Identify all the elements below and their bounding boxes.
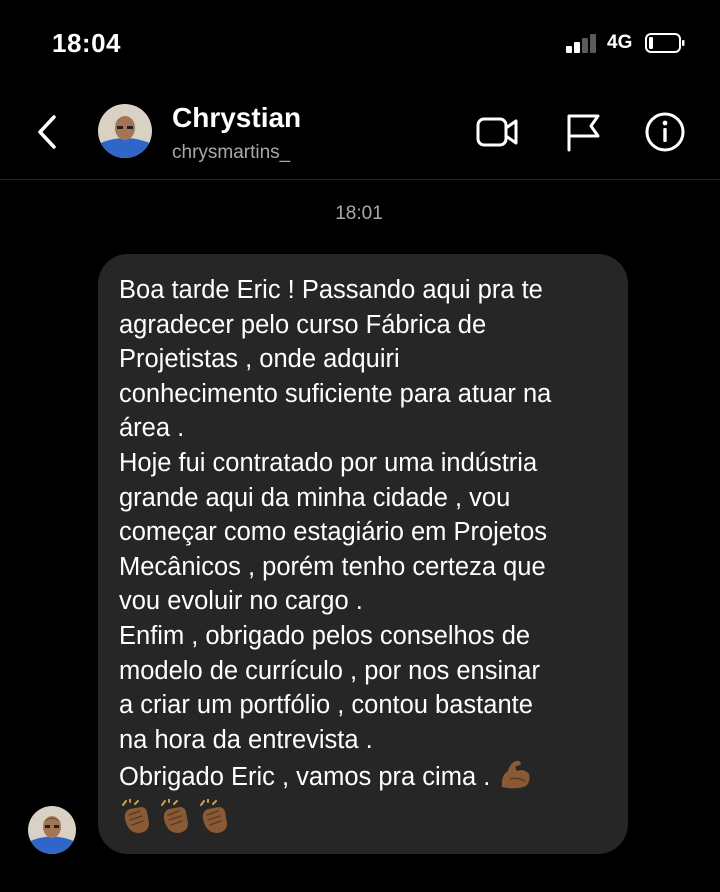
network-type: 4G [607,32,633,53]
message-line: modelo de currículo , por nos ensinar [119,656,540,685]
message-line: Projetistas , onde adquiri [119,345,400,374]
message-line: Boa tarde Eric ! Passando aqui pra te [119,276,543,304]
message-line: na hora da entrevista . [119,725,373,754]
message-line: área . [119,414,185,443]
contact-username[interactable]: chrysmartins_ [172,142,290,164]
video-call-icon[interactable] [475,110,519,154]
sender-avatar[interactable] [28,806,76,854]
message-line: começar como estagiário em Projetos [119,518,548,547]
message-bubble[interactable]: Boa tarde Eric ! Passando aqui pra te ag… [98,254,628,854]
status-time: 18:04 [52,28,121,58]
clapping-hands-emoji [200,798,227,833]
contact-avatar[interactable] [98,104,152,158]
message-line: Mecânicos , porém tenho certeza que [119,552,546,581]
message-last-line: Obrigado Eric , vamos pra cima . [119,757,612,795]
contact-name[interactable]: Chrystian [172,102,301,134]
battery-icon [645,33,685,53]
flag-icon[interactable] [562,110,606,154]
message-timestamp: 18:01 [335,203,383,224]
back-arrow-icon[interactable] [30,112,64,152]
message-line: conhecimento suficiente para atuar na [119,379,552,408]
clapping-hands-emoji [161,798,188,833]
cellular-signal-icon [566,33,600,53]
info-icon[interactable] [643,110,687,154]
flexed-biceps-emoji [502,761,530,789]
message-line: agradecer pelo curso Fábrica de [119,310,487,339]
message-line: Obrigado Eric , vamos pra cima . [119,763,491,792]
message-line: Enfim , obrigado pelos conselhos de [119,621,531,650]
message-line: a criar um portfólio , contou bastante [119,691,533,720]
message-line: grande aqui da minha cidade , vou [119,483,511,512]
emoji-row [119,798,612,837]
message-line: vou evoluir no cargo . [119,587,363,616]
message-line: Hoje fui contratado por uma indústria [119,448,538,477]
clapping-hands-emoji [122,798,149,833]
status-bar: 18:04 4G [0,0,720,88]
chat-header: Chrystian chrysmartins_ [0,88,720,180]
